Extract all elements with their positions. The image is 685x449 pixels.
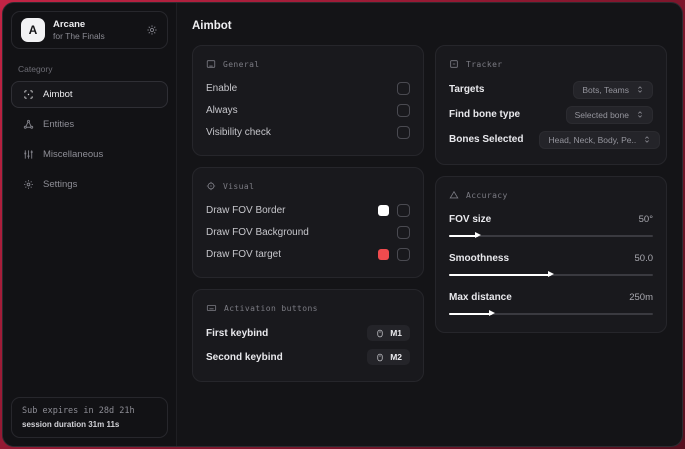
- bones-selected-dropdown[interactable]: Head, Neck, Body, Pe..: [539, 130, 661, 149]
- setting-row-find-bone-type: Find bone type Selected bone: [449, 102, 653, 127]
- visual-card: Visual Draw FOV Border Draw FOV Backgrou…: [192, 167, 424, 278]
- sidebar-nav: Aimbot Entities Miscellaneous Settings: [11, 81, 168, 198]
- sidebar-item-label: Settings: [43, 179, 78, 190]
- triangle-icon: [449, 190, 459, 200]
- general-card: General Enable Always Visibility check: [192, 45, 424, 156]
- fov-border-checkbox[interactable]: [397, 203, 410, 217]
- card-title: General: [223, 59, 260, 69]
- sidebar-item-entities[interactable]: Entities: [11, 111, 168, 138]
- fov-background-checkbox[interactable]: [397, 225, 410, 239]
- card-title: Activation buttons: [224, 303, 318, 313]
- main-content: Aimbot General Enable Always Visibility …: [177, 3, 682, 446]
- find-bone-type-dropdown[interactable]: Selected bone: [565, 105, 653, 124]
- page-title: Aimbot: [192, 20, 232, 32]
- up-down-arrows-icon: [636, 110, 644, 119]
- setting-row-fov-border: Draw FOV Border: [206, 199, 410, 221]
- sliders-icon: [23, 149, 34, 160]
- sidebar: A Arcane for The Finals Category Aimbot: [3, 3, 177, 446]
- second-keybind-button[interactable]: M2: [367, 349, 410, 365]
- enable-checkbox[interactable]: [397, 81, 410, 95]
- accuracy-card: Accuracy FOV size 50° Smoothness 50.0 Ma…: [435, 176, 667, 333]
- slider-thumb[interactable]: [548, 271, 554, 277]
- keyboard-icon: [206, 303, 217, 313]
- subscription-info: Sub expires in 28d 21h session duration …: [11, 397, 168, 438]
- fov-target-checkbox[interactable]: [397, 247, 410, 261]
- always-checkbox[interactable]: [397, 103, 410, 117]
- first-keybind-button[interactable]: M1: [367, 325, 410, 341]
- card-title: Tracker: [466, 59, 503, 69]
- app-logo: A: [21, 18, 45, 42]
- grid-icon: [206, 59, 216, 69]
- up-down-arrows-icon: [636, 85, 644, 94]
- up-down-arrows-icon: [643, 135, 651, 144]
- fov-size-value: 50°: [638, 213, 653, 225]
- max-distance-value: 250m: [629, 291, 653, 303]
- eye-target-icon: [206, 181, 216, 191]
- mouse-icon: [375, 353, 385, 362]
- smoothness-slider[interactable]: [449, 270, 653, 279]
- session-duration-text: session duration 31m 11s: [22, 420, 120, 429]
- brand-header: A Arcane for The Finals: [11, 11, 168, 49]
- setting-row-bones-selected: Bones Selected Head, Neck, Body, Pe..: [449, 127, 661, 152]
- setting-row-first-keybind: First keybind M1: [206, 321, 410, 345]
- fov-border-color-swatch[interactable]: [378, 204, 389, 216]
- setting-row-always: Always: [206, 99, 410, 121]
- sidebar-item-miscellaneous[interactable]: Miscellaneous: [11, 141, 168, 168]
- app-name: Arcane: [53, 18, 86, 30]
- visibility-check-checkbox[interactable]: [397, 125, 410, 139]
- tracker-card: Tracker Targets Bots, Teams Find bone ty…: [435, 45, 667, 165]
- settings-gear-icon: [23, 179, 34, 190]
- sub-expiry-text: Sub expires in 28d 21h: [22, 406, 135, 416]
- app-window: A Arcane for The Finals Category Aimbot: [2, 2, 683, 447]
- sidebar-item-label: Aimbot: [43, 89, 73, 100]
- card-title: Visual: [223, 181, 255, 191]
- setting-row-fov-size: FOV size 50°: [449, 213, 653, 225]
- right-column: Tracker Targets Bots, Teams Find bone ty…: [435, 45, 667, 333]
- gear-icon[interactable]: [146, 24, 158, 36]
- entities-icon: [23, 119, 34, 130]
- setting-row-max-distance: Max distance 250m: [449, 291, 653, 303]
- activation-buttons-card: Activation buttons First keybind M1 Seco…: [192, 289, 424, 382]
- sidebar-item-aimbot[interactable]: Aimbot: [11, 81, 168, 108]
- setting-row-enable: Enable: [206, 77, 410, 99]
- setting-row-fov-target: Draw FOV target: [206, 243, 410, 265]
- crosshair-icon: [23, 89, 34, 100]
- setting-row-smoothness: Smoothness 50.0: [449, 252, 654, 264]
- mouse-icon: [375, 329, 385, 338]
- card-title: Accuracy: [466, 190, 508, 200]
- fov-target-color-swatch[interactable]: [378, 248, 389, 260]
- slider-thumb[interactable]: [488, 310, 495, 316]
- category-label: Category: [18, 64, 53, 74]
- setting-row-second-keybind: Second keybind M2: [206, 345, 410, 369]
- slider-thumb[interactable]: [474, 232, 481, 238]
- setting-row-visibility-check: Visibility check: [206, 121, 410, 143]
- sidebar-item-label: Entities: [43, 119, 75, 130]
- left-column: General Enable Always Visibility check V…: [192, 45, 424, 382]
- targets-dropdown[interactable]: Bots, Teams: [573, 80, 653, 99]
- tracker-frame-icon: [449, 59, 459, 69]
- sidebar-item-label: Miscellaneous: [43, 149, 104, 160]
- fov-size-slider[interactable]: [449, 231, 653, 240]
- setting-row-targets: Targets Bots, Teams: [449, 77, 653, 102]
- smoothness-value: 50.0: [634, 252, 654, 264]
- sidebar-item-settings[interactable]: Settings: [11, 171, 168, 198]
- app-subtitle: for The Finals: [53, 30, 105, 41]
- setting-row-fov-background: Draw FOV Background: [206, 221, 410, 243]
- max-distance-slider[interactable]: [449, 309, 653, 318]
